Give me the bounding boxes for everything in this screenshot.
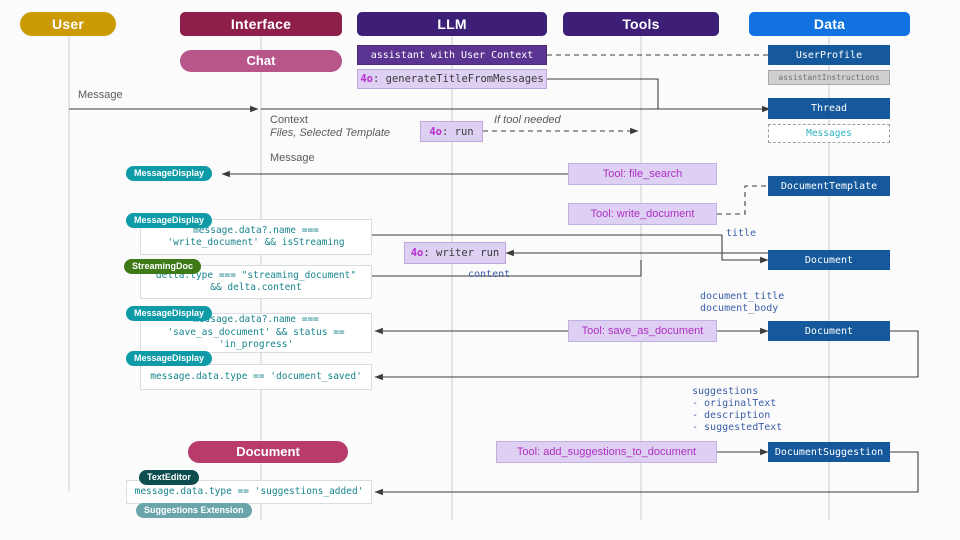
tool-box-file-search-label: Tool: file_search bbox=[602, 168, 683, 180]
component-label-chat: Chat bbox=[246, 53, 276, 68]
actor-label-llm: LLM bbox=[437, 16, 467, 32]
llm-box-run[interactable]: 4o: run bbox=[420, 121, 483, 142]
label-files-selected-template: Files, Selected Template bbox=[270, 127, 391, 139]
code-box-write-document-text: message.data?.name === 'write_document' … bbox=[167, 224, 345, 249]
tool-box-write-document-label: Tool: write_document bbox=[590, 208, 695, 220]
data-box-assistant-instructions-label: assistantInstructions bbox=[778, 73, 880, 82]
actor-header-user[interactable]: User bbox=[20, 12, 116, 36]
tag-text-editor[interactable]: TextEditor bbox=[139, 470, 199, 485]
llm-box-writer-run-label: : writer run bbox=[423, 247, 500, 259]
tag-label: MessageDisplay bbox=[134, 168, 205, 178]
actor-label-tools: Tools bbox=[622, 16, 660, 32]
actor-label-user: User bbox=[52, 16, 84, 32]
component-label-document: Document bbox=[236, 444, 300, 459]
data-box-thread-label: Thread bbox=[810, 103, 848, 114]
tag-streaming-doc[interactable]: StreamingDoc bbox=[124, 259, 202, 274]
tag-suggestions-extension[interactable]: Suggestions Extension bbox=[136, 503, 252, 518]
code-box-document-saved: message.data.type == 'document_saved' bbox=[140, 364, 372, 390]
data-box-documenttemplate-label: DocumentTemplate bbox=[780, 180, 878, 192]
llm-box-assistant-context[interactable]: assistant with User Context bbox=[357, 45, 547, 65]
data-box-document-2[interactable]: Document bbox=[768, 321, 890, 341]
label-message-1: Message bbox=[78, 89, 123, 101]
actor-header-llm[interactable]: LLM bbox=[357, 12, 547, 36]
label-document-body: document_body bbox=[700, 303, 779, 314]
data-box-messages[interactable]: Messages bbox=[768, 124, 890, 143]
actor-label-data: Data bbox=[813, 16, 846, 32]
tag-message-display-4[interactable]: MessageDisplay bbox=[126, 351, 213, 366]
label-message-2: Message bbox=[270, 152, 315, 164]
component-chat[interactable]: Chat bbox=[180, 50, 342, 72]
tag-label: MessageDisplay bbox=[134, 308, 205, 318]
label-title: title bbox=[726, 228, 757, 239]
tool-box-file-search[interactable]: Tool: file_search bbox=[568, 163, 717, 185]
data-box-documenttemplate[interactable]: DocumentTemplate bbox=[768, 176, 890, 196]
llm-box-assistant-context-label: assistant with User Context bbox=[370, 49, 534, 61]
data-box-documentsuggestion[interactable]: DocumentSuggestion bbox=[768, 442, 890, 462]
tool-box-write-document[interactable]: Tool: write_document bbox=[568, 203, 717, 225]
label-if-tool-needed: If tool needed bbox=[494, 114, 561, 126]
llm-box-run-label: : run bbox=[442, 125, 474, 138]
data-box-userprofile-label: UserProfile bbox=[795, 49, 863, 61]
actor-header-interface[interactable]: Interface bbox=[180, 12, 342, 36]
llm-box-generate-title-label: : generateTitleFromMessages bbox=[372, 73, 544, 85]
tag-label: Suggestions Extension bbox=[144, 505, 244, 515]
actor-header-data[interactable]: Data bbox=[749, 12, 910, 36]
label-context: Context bbox=[270, 114, 308, 126]
tool-box-save-as-document-label: Tool: save_as_document bbox=[581, 325, 704, 337]
label-suggested-text: - suggestedText bbox=[692, 422, 783, 433]
tag-label: MessageDisplay bbox=[134, 215, 205, 225]
data-box-document-1-label: Document bbox=[804, 254, 854, 266]
code-box-suggestions-added-text: message.data.type == 'suggestions_added' bbox=[134, 485, 364, 497]
label-content: content bbox=[468, 269, 511, 280]
tag-label: MessageDisplay bbox=[134, 353, 205, 363]
tag-message-display-2[interactable]: MessageDisplay bbox=[126, 213, 213, 228]
label-description: - description bbox=[692, 410, 771, 421]
actor-header-tools[interactable]: Tools bbox=[563, 12, 719, 36]
tag-message-display-1[interactable]: MessageDisplay bbox=[126, 166, 213, 181]
label-suggestions: suggestions bbox=[692, 386, 759, 397]
data-box-messages-label: Messages bbox=[806, 128, 852, 139]
data-box-document-2-label: Document bbox=[804, 325, 854, 337]
tag-label: StreamingDoc bbox=[132, 261, 194, 271]
tool-box-save-as-document[interactable]: Tool: save_as_document bbox=[568, 320, 717, 342]
llm-model-tag: 4o bbox=[410, 247, 424, 259]
data-box-document-1[interactable]: Document bbox=[768, 250, 890, 270]
data-box-userprofile[interactable]: UserProfile bbox=[768, 45, 890, 65]
code-box-document-saved-text: message.data.type == 'document_saved' bbox=[150, 370, 362, 382]
tool-box-add-suggestions[interactable]: Tool: add_suggestions_to_document bbox=[496, 441, 717, 463]
llm-box-writer-run[interactable]: 4o: writer run bbox=[404, 242, 506, 264]
label-document-title: document_title bbox=[700, 291, 785, 302]
tool-box-add-suggestions-label: Tool: add_suggestions_to_document bbox=[516, 446, 697, 458]
label-original-text: - originalText bbox=[692, 398, 777, 409]
data-box-assistant-instructions: assistantInstructions bbox=[768, 70, 890, 85]
tag-label: TextEditor bbox=[147, 472, 191, 482]
llm-model-tag: 4o bbox=[429, 125, 443, 138]
component-document[interactable]: Document bbox=[188, 441, 348, 463]
tag-message-display-3[interactable]: MessageDisplay bbox=[126, 306, 213, 321]
actor-label-interface: Interface bbox=[230, 16, 292, 32]
llm-box-generate-title[interactable]: 4o: generateTitleFromMessages bbox=[357, 69, 547, 89]
llm-model-tag: 4o bbox=[360, 73, 373, 85]
data-box-thread[interactable]: Thread bbox=[768, 98, 890, 119]
data-box-documentsuggestion-label: DocumentSuggestion bbox=[774, 446, 884, 458]
